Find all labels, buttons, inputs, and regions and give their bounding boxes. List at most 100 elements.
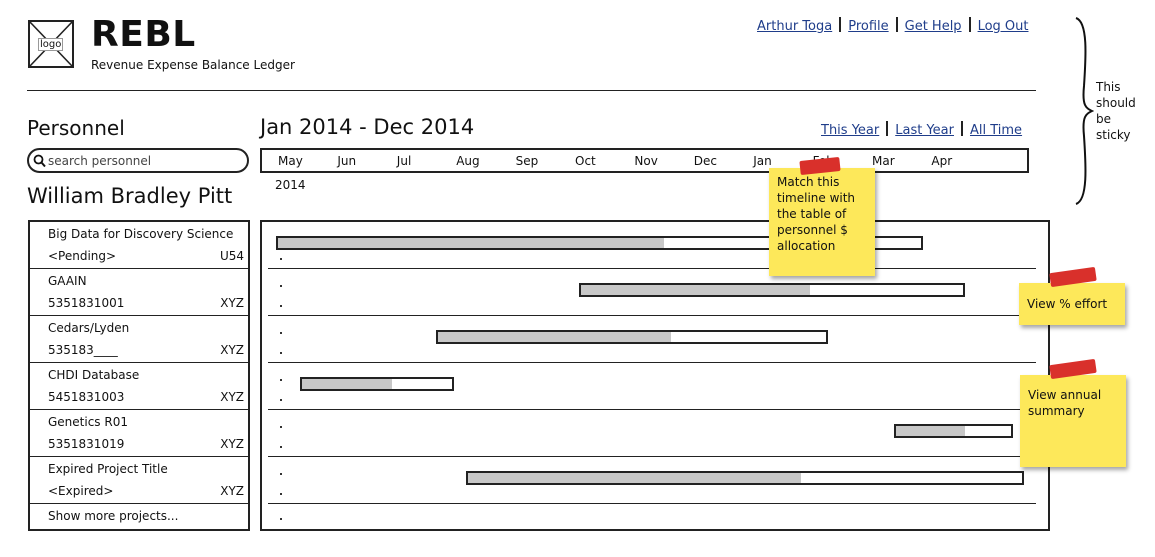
row-marker: [280, 493, 282, 495]
project-row[interactable]: Cedars/Lyden 535183____ XYZ: [30, 316, 248, 363]
divider: [960, 121, 963, 136]
month-label: Jun: [337, 154, 357, 168]
allocation-bar[interactable]: [578, 283, 966, 297]
project-name: Big Data for Discovery Science: [48, 227, 234, 241]
allocation-bar[interactable]: [299, 377, 455, 391]
month-label: Dec: [693, 154, 718, 168]
row-divider: [268, 503, 1036, 504]
divider: [895, 17, 898, 32]
project-row[interactable]: Big Data for Discovery Science <Pending>…: [30, 222, 248, 269]
row-marker: [280, 426, 282, 428]
allocation-bar[interactable]: [436, 330, 829, 344]
year-label: 2014: [275, 178, 306, 192]
search-input[interactable]: [48, 152, 243, 170]
row-marker: [280, 446, 282, 448]
divider: [839, 17, 842, 32]
project-row[interactable]: CHDI Database 5451831003 XYZ: [30, 363, 248, 410]
project-grant: XYZ: [220, 484, 244, 498]
allocation-fill: [895, 426, 965, 436]
last-year-link[interactable]: Last Year: [895, 123, 954, 138]
search-box: [27, 148, 249, 173]
project-grant: XYZ: [220, 343, 244, 357]
allocation-fill: [438, 332, 672, 342]
row-divider: [268, 315, 1036, 316]
month-label: Apr: [931, 154, 953, 168]
project-grant: XYZ: [220, 390, 244, 404]
sticky-annotation: This should be sticky: [1096, 79, 1146, 143]
project-code: 5351831001: [48, 296, 125, 310]
section-title: Personnel: [27, 116, 125, 140]
month-label: Sep: [515, 154, 539, 168]
search-icon: [33, 154, 46, 168]
row-divider: [268, 362, 1036, 363]
project-row[interactable]: GAAIN 5351831001 XYZ: [30, 269, 248, 316]
profile-link[interactable]: Profile: [848, 19, 888, 34]
note-percent-effort[interactable]: View % effort: [1019, 283, 1125, 325]
date-range-title: Jan 2014 - Dec 2014: [260, 115, 475, 139]
project-grant: XYZ: [220, 296, 244, 310]
project-name: CHDI Database: [48, 368, 140, 382]
user-name-link[interactable]: Arthur Toga: [757, 19, 832, 34]
month-label: Jan: [753, 154, 772, 168]
note-text: View % effort: [1027, 297, 1108, 311]
app-subtitle: Revenue Expense Balance Ledger: [91, 58, 295, 72]
project-name: GAAIN: [48, 274, 87, 288]
row-marker: [280, 332, 282, 334]
curly-brace-icon: [1075, 17, 1094, 205]
this-year-link[interactable]: This Year: [821, 123, 879, 138]
month-label: Oct: [575, 154, 596, 168]
row-marker: [280, 305, 282, 307]
row-marker: [280, 258, 282, 260]
get-help-link[interactable]: Get Help: [905, 19, 962, 34]
show-more-link[interactable]: Show more projects...: [48, 509, 178, 523]
divider: [886, 121, 889, 136]
row-marker: [280, 352, 282, 354]
logo-label: logo: [38, 38, 64, 51]
person-name: William Bradley Pitt: [27, 184, 233, 208]
allocation-fill: [301, 379, 392, 389]
row-marker: [280, 473, 282, 475]
project-code: <Expired>: [48, 484, 114, 498]
note-text: View annual summary: [1028, 388, 1102, 418]
project-grant: U54: [219, 249, 244, 263]
allocation-bar[interactable]: [893, 424, 1013, 438]
allocation-fill: [580, 285, 811, 295]
header-divider: [27, 90, 1036, 91]
all-time-link[interactable]: All Time: [970, 123, 1022, 138]
range-selector: This Year Last Year All Time: [821, 121, 1022, 138]
month-label: Jul: [396, 154, 412, 168]
log-out-link[interactable]: Log Out: [978, 19, 1029, 34]
annotation-line: be: [1096, 112, 1111, 126]
project-code: 5351831019: [48, 437, 125, 451]
row-divider: [268, 268, 1036, 269]
annotation-line: sticky: [1096, 128, 1131, 142]
month-label: Aug: [456, 154, 480, 168]
note-text: Match this timeline with the table of pe…: [777, 175, 856, 253]
project-row[interactable]: Genetics R01 5351831019 XYZ: [30, 410, 248, 457]
project-grant: XYZ: [220, 437, 244, 451]
app-title: REBL: [91, 14, 196, 55]
note-timeline-match: Match this timeline with the table of pe…: [769, 168, 875, 276]
note-annual-summary[interactable]: View annual summary: [1020, 375, 1126, 467]
row-marker: [280, 379, 282, 381]
month-label: May: [278, 154, 303, 168]
project-code: 535183____: [48, 343, 118, 357]
row-marker: [280, 399, 282, 401]
row-marker: [280, 285, 282, 287]
logo: logo: [28, 20, 74, 68]
month-label: Mar: [872, 154, 895, 168]
allocation-fill: [278, 238, 665, 248]
project-name: Genetics R01: [48, 415, 128, 429]
annotation-line: This: [1096, 80, 1121, 94]
month-label: Nov: [634, 154, 658, 168]
user-nav: Arthur Toga Profile Get Help Log Out: [757, 17, 1029, 34]
row-divider: [268, 409, 1036, 410]
month-timeline[interactable]: MayJunJulAugSepOctNovDecJanFebMarApr: [260, 148, 1029, 173]
project-row[interactable]: Expired Project Title <Expired> XYZ: [30, 457, 248, 504]
row-divider: [268, 456, 1036, 457]
allocation-bar[interactable]: [466, 471, 1025, 485]
allocation-fill: [468, 473, 801, 483]
project-list: Big Data for Discovery Science <Pending>…: [28, 220, 250, 531]
project-name: Cedars/Lyden: [48, 321, 130, 335]
row-marker: [280, 518, 282, 520]
